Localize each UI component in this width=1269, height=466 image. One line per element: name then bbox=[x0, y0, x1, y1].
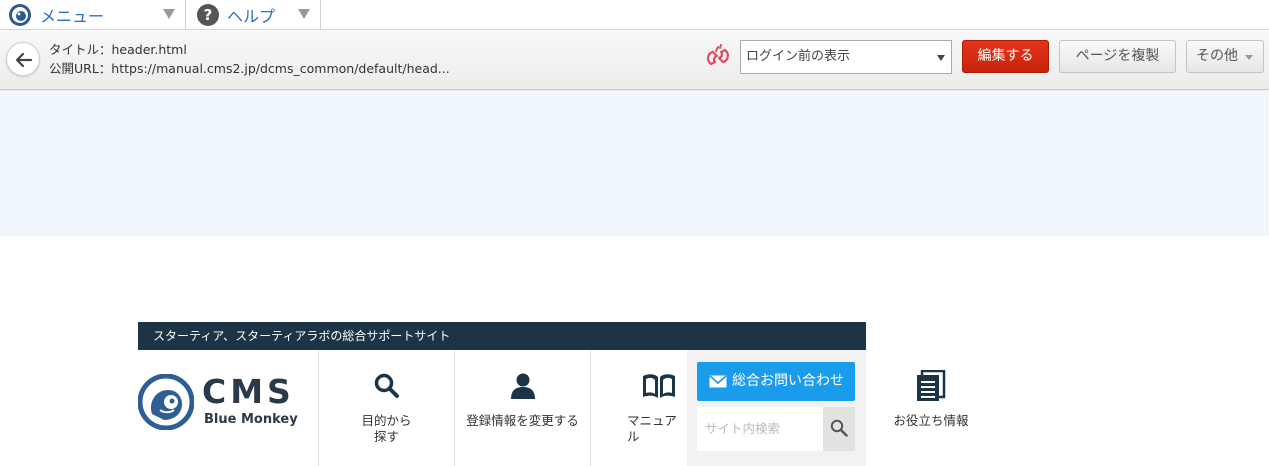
help-icon: ? bbox=[197, 3, 219, 26]
view-mode-value: ログイン前の表示 bbox=[746, 49, 851, 64]
nav-item-useful-info[interactable]: お役立ち情報 bbox=[866, 350, 996, 466]
cms-logo-icon bbox=[9, 3, 31, 26]
preview-banner-area bbox=[0, 91, 1269, 236]
other-menu-label: その他 bbox=[1196, 48, 1238, 64]
page-url-line: 公開URL：https://manual.cms2.jp/dcms_common… bbox=[49, 61, 450, 76]
contact-search-panel: 総合お問い合わせ サイト内検索 bbox=[687, 350, 866, 466]
contact-button[interactable]: 総合お問い合わせ bbox=[697, 362, 855, 401]
nav-item-label: 目的から 探す bbox=[361, 413, 412, 444]
search-icon bbox=[374, 373, 399, 398]
nav-item-label: 登録情報を変更する bbox=[466, 413, 579, 428]
search-icon bbox=[830, 419, 848, 437]
nav-item-label: お役立ち情報 bbox=[893, 413, 969, 428]
user-icon bbox=[511, 373, 535, 399]
nav-item-account[interactable]: 登録情報を変更する bbox=[455, 350, 590, 466]
nav-item-search-purpose[interactable]: 目的から 探す bbox=[319, 350, 454, 466]
site-tagline: スターティア、スターティアラボの総合サポートサイト bbox=[138, 322, 866, 350]
edit-button[interactable]: 編集する bbox=[962, 40, 1049, 73]
other-menu-button[interactable]: その他 bbox=[1186, 40, 1264, 73]
menubar: メニュー ? ヘルプ bbox=[0, 0, 1269, 30]
site-search-button[interactable] bbox=[823, 407, 855, 451]
menu-label: メニュー bbox=[40, 6, 105, 26]
contact-button-label: 総合お問い合わせ bbox=[732, 373, 844, 389]
arrow-left-icon bbox=[15, 52, 33, 68]
duplicate-page-button[interactable]: ページを複製 bbox=[1059, 40, 1176, 73]
page-toolbar: タイトル：header.html 公開URL：https://manual.cm… bbox=[0, 30, 1269, 90]
page-title-line: タイトル：header.html bbox=[49, 42, 187, 57]
site-search-input[interactable]: サイト内検索 bbox=[697, 407, 823, 451]
link-broken-icon[interactable] bbox=[703, 42, 733, 72]
page-meta: タイトル：header.html 公開URL：https://manual.cm… bbox=[49, 40, 450, 78]
chevron-down-icon bbox=[163, 9, 175, 19]
book-icon bbox=[643, 374, 675, 398]
menu-dropdown[interactable]: メニュー bbox=[0, 0, 186, 29]
mail-icon bbox=[709, 375, 727, 388]
chevron-down-icon bbox=[1245, 55, 1253, 60]
logo-subtitle: Blue Monkey bbox=[204, 412, 298, 427]
view-mode-select[interactable]: ログイン前の表示 bbox=[740, 40, 952, 74]
site-header-nav: CMS Blue Monkey 目的から 探す 登録情報を変更する マニュアル bbox=[138, 350, 1004, 466]
help-dropdown[interactable]: ? ヘルプ bbox=[186, 0, 321, 29]
chevron-down-icon bbox=[937, 55, 945, 61]
monkey-logo-icon bbox=[138, 374, 194, 430]
back-button[interactable] bbox=[6, 42, 40, 76]
help-label: ヘルプ bbox=[227, 6, 276, 26]
site-logo[interactable]: CMS Blue Monkey bbox=[138, 372, 318, 434]
chevron-down-icon bbox=[298, 9, 310, 19]
nav-item-manual[interactable]: マニュアル bbox=[591, 350, 687, 466]
logo-wordmark: CMS bbox=[202, 372, 295, 411]
nav-item-label: マニュアル bbox=[627, 413, 677, 444]
document-icon bbox=[917, 370, 946, 401]
